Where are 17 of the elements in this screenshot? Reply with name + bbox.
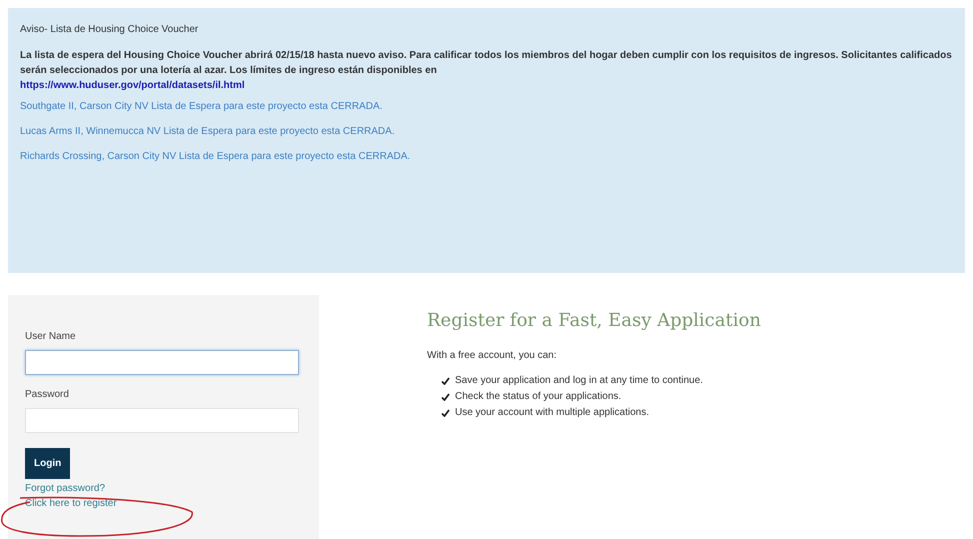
text-link[interactable]: Click here to register — [25, 496, 117, 511]
register-heading: Register for a Fast, Easy Application — [427, 309, 761, 333]
register-intro: With a free account, you can: — [427, 349, 558, 363]
field-label: User Name — [25, 330, 77, 344]
login-button[interactable]: Login — [25, 448, 70, 479]
notice-paragraph: La lista de espera del Housing Choice Voucher abrirá 02/15/18 hasta nuevo aviso. Para calificar todos los miembros del hogar deben cumplir con los requisitos de ingresos. Solicitantes calificados serán seleccionados por una lotería al azar. Los límites de ingreso están disponibles en — [20, 49, 953, 78]
closure-notice-link[interactable]: Southgate II, Carson City NV Lista de Espera para este proyecto esta CERRADA. — [20, 99, 953, 114]
notice-title: Aviso- Lista de Housing Choice Voucher — [20, 23, 200, 37]
benefit-text: Check the status of your applications. — [455, 390, 622, 404]
field-label: Password — [25, 388, 70, 402]
text-link[interactable]: Forgot password? — [25, 481, 106, 496]
income-limits-link[interactable]: https://www.huduser.gov/portal/datasets/il.html — [20, 80, 245, 91]
closure-notice-link[interactable]: Lucas Arms II, Winnemucca NV Lista de Espera para este proyecto esta CERRADA. — [20, 124, 953, 139]
closure-notice-link[interactable]: Richards Crossing, Carson City NV Lista de Espera para este proyecto esta CERRADA. — [20, 149, 953, 164]
benefit-text: Save your application and log in at any time to continue. — [455, 374, 703, 388]
input-field[interactable] — [25, 350, 299, 375]
benefit-text: Use your account with multiple applications. — [455, 406, 649, 420]
